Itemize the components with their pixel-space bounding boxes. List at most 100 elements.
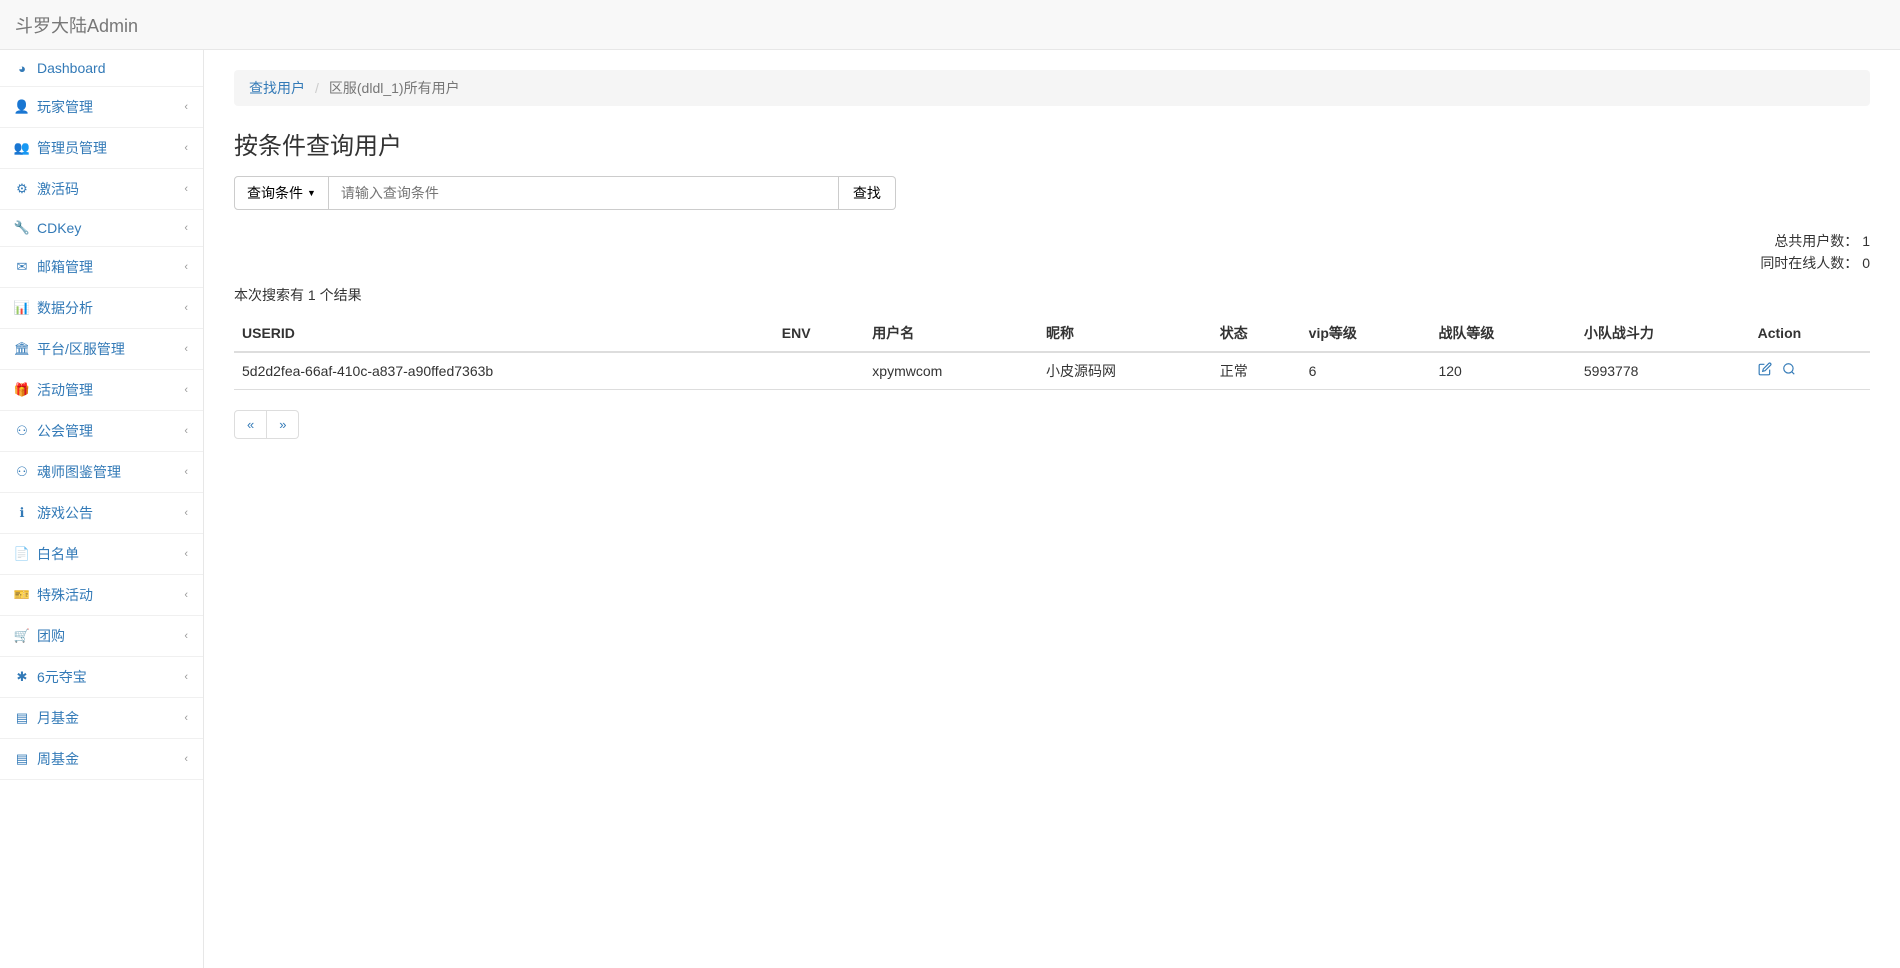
users-icon: 👥 — [15, 141, 29, 155]
sidebar-item-label: 玩家管理 — [37, 97, 93, 117]
table-header-6: 战队等级 — [1430, 315, 1575, 352]
navbar: 斗罗大陆Admin — [0, 0, 1900, 50]
sidebar-item-14[interactable]: 🛒团购‹ — [0, 616, 203, 657]
gear-icon: ⚙ — [15, 182, 29, 196]
online-users-label: 同时在线人数： — [1760, 255, 1858, 271]
ticket-icon: 🎫 — [15, 588, 29, 602]
total-users-label: 总共用户数： — [1774, 233, 1858, 249]
table-cell: 5d2d2fea-66af-410c-a837-a90ffed7363b — [234, 352, 774, 390]
sidebar-item-9[interactable]: ⚇公会管理‹ — [0, 411, 203, 452]
sidebar-item-label: 6元夺宝 — [37, 667, 87, 687]
chevron-left-icon: ‹ — [184, 466, 188, 478]
chevron-left-icon: ‹ — [184, 222, 188, 234]
gift-icon: 🎁 — [15, 383, 29, 397]
chevron-left-icon: ‹ — [184, 261, 188, 273]
stats-block: 总共用户数： 1 同时在线人数： 0 — [234, 230, 1870, 275]
table-header-3: 昵称 — [1038, 315, 1212, 352]
table-header-1: ENV — [774, 315, 865, 352]
sidebar-item-1[interactable]: 👤玩家管理‹ — [0, 87, 203, 128]
sidebar-item-15[interactable]: ✱ 6元夺宝 ‹ — [0, 657, 203, 698]
sidebar-item-2[interactable]: 👥管理员管理‹ — [0, 128, 203, 169]
user-icon: 👤 — [15, 100, 29, 114]
table-header-8: Action — [1750, 315, 1870, 352]
page-next-button[interactable]: » — [267, 410, 299, 439]
table-cell: xpymwcom — [864, 352, 1038, 390]
table-cell: 120 — [1430, 352, 1575, 390]
dashboard-icon: ◕ — [15, 61, 29, 75]
sidebar-item-16[interactable]: ▤ 月基金 ‹ — [0, 698, 203, 739]
query-condition-dropdown[interactable]: 查询条件 ▼ — [234, 176, 329, 210]
sidebar-item-label: 公会管理 — [37, 421, 93, 441]
pagination: « » — [234, 410, 1870, 439]
chevron-left-icon: ‹ — [184, 384, 188, 396]
page-prev-button[interactable]: « — [234, 410, 267, 439]
sidebar-item-label: 游戏公告 — [37, 503, 93, 523]
edit-icon[interactable] — [1758, 362, 1772, 379]
table-header-4: 状态 — [1212, 315, 1301, 352]
breadcrumb-link[interactable]: 查找用户 — [249, 78, 305, 98]
sidebar-item-3[interactable]: ⚙ 激活码 ‹ — [0, 169, 203, 210]
chevron-left-icon: ‹ — [184, 712, 188, 724]
sidebar-item-label: 激活码 — [37, 179, 79, 199]
breadcrumb: 查找用户 / 区服(dldl_1)所有用户 — [234, 70, 1870, 106]
info-icon: ℹ — [15, 506, 29, 520]
calendar-icon: ▤ — [15, 711, 29, 725]
search-input[interactable] — [329, 176, 839, 210]
bank-icon: 🏛 — [15, 342, 29, 356]
sidebar-item-label: 活动管理 — [37, 380, 93, 400]
chevron-left-icon: ‹ — [184, 671, 188, 683]
search-group: 查询条件 ▼ 查找 — [234, 176, 1870, 210]
table-header-0: USERID — [234, 315, 774, 352]
sidebar-item-12[interactable]: 📄 白名单 ‹ — [0, 534, 203, 575]
sidebar-item-17[interactable]: ▤周基金‹ — [0, 739, 203, 780]
calendar-icon: ▤ — [15, 752, 29, 766]
breadcrumb-separator: / — [315, 80, 319, 96]
sidebar-item-5[interactable]: ✉ 邮箱管理 ‹ — [0, 247, 203, 288]
search-icon[interactable] — [1782, 362, 1796, 379]
chevron-left-icon: ‹ — [184, 302, 188, 314]
table-header-7: 小队战斗力 — [1576, 315, 1750, 352]
table-header-5: vip等级 — [1301, 315, 1431, 352]
users-table: USERIDENV用户名昵称状态vip等级战队等级小队战斗力Action 5d2… — [234, 315, 1870, 390]
star-icon: ✱ — [15, 670, 29, 684]
chevron-left-icon: ‹ — [184, 753, 188, 765]
chevron-left-icon: ‹ — [184, 183, 188, 195]
sidebar-item-6[interactable]: 📊 数据分析 ‹ — [0, 288, 203, 329]
sidebar-item-10[interactable]: ⚇魂师图鉴管理‹ — [0, 452, 203, 493]
sitemap-icon: ⚇ — [15, 424, 29, 438]
search-button[interactable]: 查找 — [839, 176, 896, 210]
table-cell: 6 — [1301, 352, 1431, 390]
table-cell: 5993778 — [1576, 352, 1750, 390]
dropdown-label: 查询条件 — [247, 183, 303, 203]
sidebar-item-label: 白名单 — [37, 544, 79, 564]
chevron-left-icon: ‹ — [184, 507, 188, 519]
sidebar-item-label: 邮箱管理 — [37, 257, 93, 277]
sidebar-item-0[interactable]: ◕Dashboard — [0, 50, 203, 87]
breadcrumb-current: 区服(dldl_1)所有用户 — [329, 78, 460, 98]
sidebar-item-11[interactable]: ℹ 游戏公告 ‹ — [0, 493, 203, 534]
total-users-value: 1 — [1862, 233, 1870, 249]
wrench-icon: 🔧 — [15, 221, 29, 235]
sidebar-item-4[interactable]: 🔧 CDKey ‹ — [0, 210, 203, 247]
sidebar-item-label: 月基金 — [37, 708, 79, 728]
file-icon: 📄 — [15, 547, 29, 561]
cart-icon: 🛒 — [15, 629, 29, 643]
chevron-left-icon: ‹ — [184, 548, 188, 560]
chart-icon: 📊 — [15, 301, 29, 315]
chevron-left-icon: ‹ — [184, 142, 188, 154]
page-title: 按条件查询用户 — [234, 126, 1870, 161]
sidebar-item-label: 平台/区服管理 — [37, 339, 125, 359]
sidebar-item-label: 数据分析 — [37, 298, 93, 318]
navbar-brand[interactable]: 斗罗大陆Admin — [15, 0, 153, 53]
result-summary: 本次搜索有 1 个结果 — [234, 285, 1870, 305]
sidebar-item-label: 魂师图鉴管理 — [37, 462, 121, 482]
sidebar-item-13[interactable]: 🎫特殊活动‹ — [0, 575, 203, 616]
sidebar-item-label: CDKey — [37, 220, 81, 236]
envelope-icon: ✉ — [15, 260, 29, 274]
sidebar-item-8[interactable]: 🎁 活动管理 ‹ — [0, 370, 203, 411]
table-header-2: 用户名 — [864, 315, 1038, 352]
sidebar-item-label: 特殊活动 — [37, 585, 93, 605]
table-cell-action — [1750, 352, 1870, 390]
sidebar-item-7[interactable]: 🏛平台/区服管理‹ — [0, 329, 203, 370]
online-users-value: 0 — [1862, 255, 1870, 271]
